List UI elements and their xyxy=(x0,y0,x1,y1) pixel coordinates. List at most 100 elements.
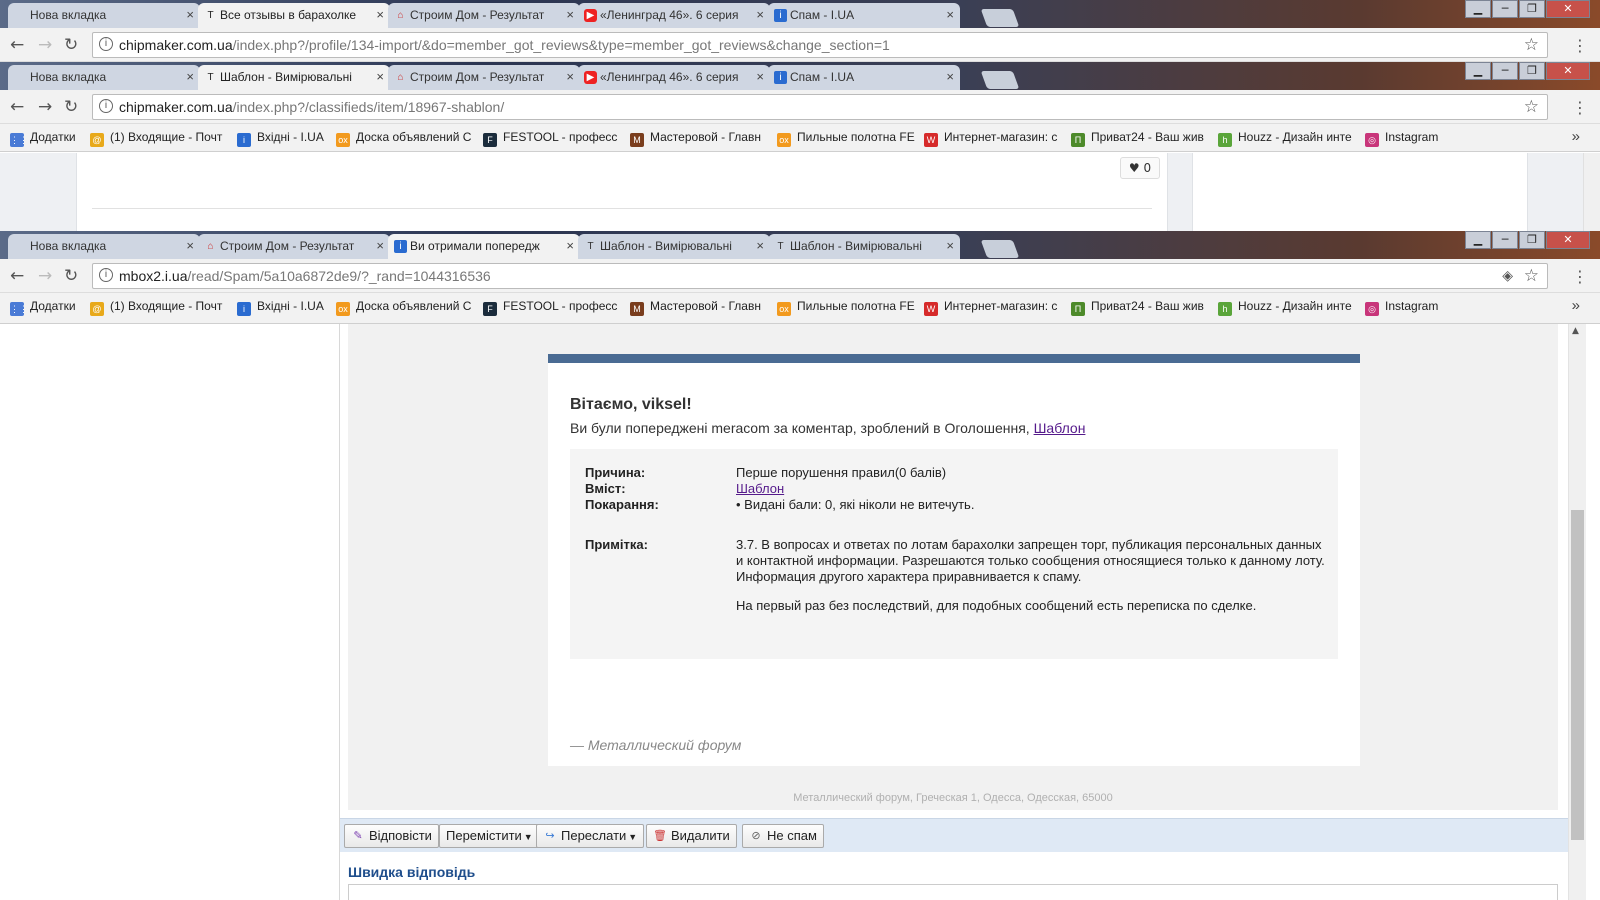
restore-icon[interactable]: ─ xyxy=(1492,0,1518,18)
bookmark-item[interactable]: @ (1) Входящие - Почт xyxy=(90,299,222,316)
bookmark-item[interactable]: @ (1) Входящие - Почт xyxy=(90,130,222,147)
bookmark-item[interactable]: h Houzz - Дизайн инте xyxy=(1218,130,1352,147)
bookmark-item[interactable]: П Приват24 - Ваш жив xyxy=(1071,130,1204,147)
forward-icon[interactable]: → xyxy=(38,35,52,55)
bookmark-item[interactable]: M Мастеровой - Главн xyxy=(630,130,761,147)
content-link[interactable]: Шаблон xyxy=(736,481,784,496)
tab-new-3[interactable]: Нова вкладка × xyxy=(8,234,200,259)
close-icon[interactable]: × xyxy=(756,238,764,253)
tab-youtube[interactable]: ▶ «Ленинград 46». 6 серия × xyxy=(578,65,770,90)
bookmark-item[interactable]: h Houzz - Дизайн инте xyxy=(1218,299,1352,316)
bookmark-item[interactable]: i Вхідні - I.UA xyxy=(237,299,324,316)
menu-icon[interactable]: ⋮ xyxy=(1572,267,1588,286)
reload-icon[interactable]: ↻ xyxy=(64,35,78,55)
bookmark-item[interactable]: W Интернет-магазин: с xyxy=(924,299,1057,316)
close-icon[interactable]: × xyxy=(946,238,954,253)
bookmark-item[interactable]: ох Пильные полотна FE xyxy=(777,299,915,316)
bookmark-item[interactable]: П Приват24 - Ваш жив xyxy=(1071,299,1204,316)
bookmark-item[interactable]: ох Пильные полотна FE xyxy=(777,130,915,147)
restore-icon[interactable]: ─ xyxy=(1492,231,1518,249)
tab-reviews[interactable]: T Все отзывы в барахолке × xyxy=(198,3,390,28)
more-bookmarks-icon[interactable]: » xyxy=(1572,297,1580,314)
close-icon[interactable]: × xyxy=(376,238,384,253)
back-icon[interactable]: ← xyxy=(10,97,24,117)
forward-icon[interactable]: → xyxy=(38,97,52,117)
tab-new-1[interactable]: Нова вкладка × xyxy=(8,3,200,28)
close-icon[interactable]: × xyxy=(186,69,194,84)
star-icon[interactable]: ☆ xyxy=(1524,97,1539,117)
bookmark-item[interactable]: ◎ Instagram xyxy=(1365,130,1438,147)
address-bar[interactable]: i chipmaker.com.ua/index.php?/profile/134… xyxy=(92,32,1548,58)
window-close-icon[interactable]: ✕ xyxy=(1546,0,1590,18)
reload-icon[interactable]: ↻ xyxy=(64,97,78,117)
bookmark-item[interactable]: F FESTOOL - професс xyxy=(483,130,617,147)
scroll-thumb[interactable] xyxy=(1571,510,1584,840)
new-tab-button[interactable] xyxy=(980,240,1020,258)
not-spam-button[interactable]: ⊘ Не спам xyxy=(742,824,824,848)
close-icon[interactable]: × xyxy=(376,7,384,22)
maximize-icon[interactable]: ❐ xyxy=(1519,231,1545,249)
close-icon[interactable]: × xyxy=(376,69,384,84)
bookmark-item[interactable]: ◎ Instagram xyxy=(1365,299,1438,316)
delete-button[interactable]: 🗑 Видалити xyxy=(646,824,737,848)
tab-shablon-2[interactable]: T Шаблон - Вимірювальні × xyxy=(768,234,960,259)
close-icon[interactable]: × xyxy=(946,7,954,22)
scrollbar[interactable] xyxy=(1583,153,1600,231)
bookmark-item[interactable]: F FESTOOL - професс xyxy=(483,299,617,316)
bookmark-item[interactable]: ох Доска объявлений С xyxy=(336,299,471,316)
maximize-icon[interactable]: ❐ xyxy=(1519,0,1545,18)
quick-reply-input[interactable] xyxy=(348,884,1558,900)
restore-icon[interactable]: ─ xyxy=(1492,62,1518,80)
star-icon[interactable]: ☆ xyxy=(1524,266,1539,286)
tab-spam[interactable]: i Спам - I.UA × xyxy=(768,3,960,28)
address-bar[interactable]: i mbox2.i.ua/read/Spam/5a10a6872de9/?_ran… xyxy=(92,263,1548,289)
menu-icon[interactable]: ⋮ xyxy=(1572,98,1588,117)
maximize-icon[interactable]: ❐ xyxy=(1519,62,1545,80)
tab-stroim-dom[interactable]: ⌂ Строим Дом - Результат × xyxy=(198,234,390,259)
back-icon[interactable]: ← xyxy=(10,266,24,286)
extension-icon[interactable]: ◈ xyxy=(1502,267,1513,284)
address-bar[interactable]: i chipmaker.com.ua/index.php?/classifieds… xyxy=(92,94,1548,120)
new-tab-button[interactable] xyxy=(980,71,1020,89)
minimize-icon[interactable]: ▁ xyxy=(1465,231,1491,249)
info-icon[interactable]: i xyxy=(99,99,113,113)
menu-icon[interactable]: ⋮ xyxy=(1572,36,1588,55)
close-icon[interactable]: × xyxy=(566,238,574,253)
tab-shablon[interactable]: T Шаблон - Вимірювальні × xyxy=(198,65,390,90)
close-icon[interactable]: × xyxy=(186,7,194,22)
bookmark-item[interactable]: ⋮⋮ Додатки xyxy=(10,130,76,147)
like-button[interactable]: ♥ 0 xyxy=(1120,157,1160,179)
bookmark-item[interactable]: i Вхідні - I.UA xyxy=(237,130,324,147)
tab-warning-mail[interactable]: i Ви отримали попередж × xyxy=(388,234,580,259)
bookmark-item[interactable]: W Интернет-магазин: с xyxy=(924,130,1057,147)
bookmark-item[interactable]: ох Доска объявлений С xyxy=(336,130,471,147)
tab-stroim-dom[interactable]: ⌂ Строим Дом - Результат × xyxy=(388,3,580,28)
close-icon[interactable]: × xyxy=(566,69,574,84)
tab-spam[interactable]: i Спам - I.UA × xyxy=(768,65,960,90)
close-icon[interactable]: × xyxy=(566,7,574,22)
forward-button[interactable]: ↪ Переслати ▼ xyxy=(536,824,645,848)
back-icon[interactable]: ← xyxy=(10,35,24,55)
window-close-icon[interactable]: ✕ xyxy=(1546,62,1590,80)
new-tab-button[interactable] xyxy=(980,9,1020,27)
tab-stroim-dom[interactable]: ⌂ Строим Дом - Результат × xyxy=(388,65,580,90)
item-link[interactable]: Шаблон xyxy=(1034,420,1086,436)
close-icon[interactable]: × xyxy=(756,69,764,84)
move-button[interactable]: Перемістити ▼ xyxy=(439,824,540,848)
tab-youtube[interactable]: ▶ «Ленинград 46». 6 серия × xyxy=(578,3,770,28)
scroll-up-icon[interactable]: ▲ xyxy=(1572,326,1579,336)
close-icon[interactable]: × xyxy=(186,238,194,253)
more-bookmarks-icon[interactable]: » xyxy=(1572,128,1580,145)
scrollbar[interactable]: ▲ xyxy=(1568,324,1586,900)
close-icon[interactable]: × xyxy=(756,7,764,22)
info-icon[interactable]: i xyxy=(99,268,113,282)
bookmark-item[interactable]: M Мастеровой - Главн xyxy=(630,299,761,316)
reload-icon[interactable]: ↻ xyxy=(64,266,78,286)
reply-button[interactable]: ✎ Відповісти xyxy=(344,824,439,848)
minimize-icon[interactable]: ▁ xyxy=(1465,62,1491,80)
star-icon[interactable]: ☆ xyxy=(1524,35,1539,55)
forward-icon[interactable]: → xyxy=(38,266,52,286)
bookmark-item[interactable]: ⋮⋮ Додатки xyxy=(10,299,76,316)
tab-shablon[interactable]: T Шаблон - Вимірювальні × xyxy=(578,234,770,259)
info-icon[interactable]: i xyxy=(99,37,113,51)
